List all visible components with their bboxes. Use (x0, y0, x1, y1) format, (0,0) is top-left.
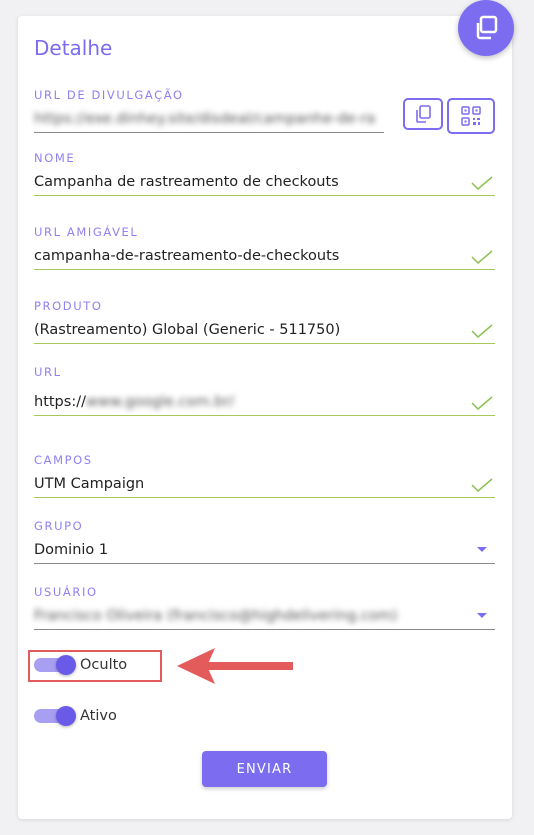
arrow-left-icon (177, 648, 293, 684)
url-value: https://www.google.com.br/ (34, 389, 495, 415)
chevron-down-icon[interactable] (477, 613, 487, 618)
fields-underline (34, 497, 495, 498)
group-label: GRUPO (34, 519, 84, 533)
check-icon (471, 396, 493, 410)
name-value: Campanha de rastreamento de checkouts (34, 174, 339, 190)
group-select[interactable]: GRUPO Dominio 1 (34, 519, 495, 564)
detail-card: Detalhe URL DE DIVULGAÇÃO https://exe.di… (18, 0, 514, 819)
promo-url-value: https://exe.dinhey.site/disdeal/campanhe… (34, 111, 374, 127)
product-field[interactable]: PRODUTO (Rastreamento) Global (Generic -… (34, 299, 495, 344)
url-label: URL (34, 365, 62, 379)
copy-icon (476, 15, 498, 40)
active-toggle[interactable]: Ativo (34, 706, 117, 726)
duplicate-fab[interactable] (458, 0, 514, 56)
page-title: Detalhe (34, 36, 113, 60)
user-value: Francisco Oliveira (francisco@highdelive… (34, 608, 398, 624)
qr-code-button[interactable] (447, 98, 495, 134)
friendly-url-underline (34, 269, 495, 270)
user-underline (34, 629, 495, 630)
active-toggle-track[interactable] (34, 706, 76, 726)
highlight-box (28, 650, 162, 682)
url-field[interactable]: URL https://www.google.com.br/ (34, 365, 495, 416)
active-toggle-label: Ativo (80, 708, 117, 724)
chevron-down-icon[interactable] (477, 547, 487, 552)
user-label: USUÁRIO (34, 585, 98, 599)
friendly-url-label: URL AMIGÁVEL (34, 225, 139, 239)
active-toggle-knob[interactable] (56, 706, 76, 726)
url-prefix: https:// (34, 394, 86, 410)
name-field[interactable]: NOME Campanha de rastreamento de checkou… (34, 151, 495, 196)
product-underline (34, 343, 495, 344)
name-underline (34, 195, 495, 196)
qr-code-icon (461, 106, 481, 126)
friendly-url-value: campanha-de-rastreamento-de-checkouts (34, 248, 340, 264)
fields-field[interactable]: CAMPOS UTM Campaign (34, 453, 495, 498)
group-underline (34, 563, 495, 564)
check-icon (471, 250, 493, 264)
user-select[interactable]: USUÁRIO Francisco Oliveira (francisco@hi… (34, 585, 495, 630)
product-label: PRODUTO (34, 299, 103, 313)
fields-value: UTM Campaign (34, 476, 145, 492)
group-value: Dominio 1 (34, 542, 109, 558)
submit-button[interactable]: ENVIAR (202, 751, 327, 787)
check-icon (471, 176, 493, 190)
check-icon (471, 478, 493, 492)
promo-url-underline (34, 132, 384, 133)
url-underline (34, 415, 495, 416)
url-blurred: www.google.com.br/ (85, 394, 235, 410)
name-label: NOME (34, 151, 76, 165)
check-icon (471, 324, 493, 338)
copy-url-button[interactable] (403, 98, 443, 130)
friendly-url-field[interactable]: URL AMIGÁVEL campanha-de-rastreamento-de… (34, 225, 495, 270)
fields-label: CAMPOS (34, 453, 93, 467)
copy-icon (416, 105, 431, 123)
product-value: (Rastreamento) Global (Generic - 511750) (34, 322, 341, 338)
